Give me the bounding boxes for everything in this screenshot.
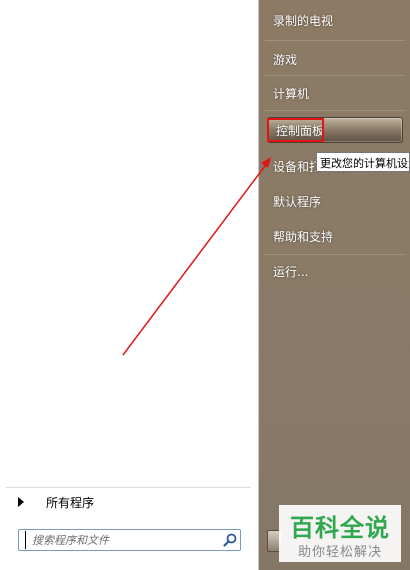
arrow-head-icon (261, 157, 271, 168)
watermark-logo: 百科全说 助你轻松解决 (279, 505, 401, 562)
arrow-line (122, 161, 269, 356)
watermark-subtitle: 助你轻松解决 (297, 545, 382, 560)
annotation-arrow (122, 157, 271, 356)
watermark-title: 百科全说 (290, 514, 390, 542)
